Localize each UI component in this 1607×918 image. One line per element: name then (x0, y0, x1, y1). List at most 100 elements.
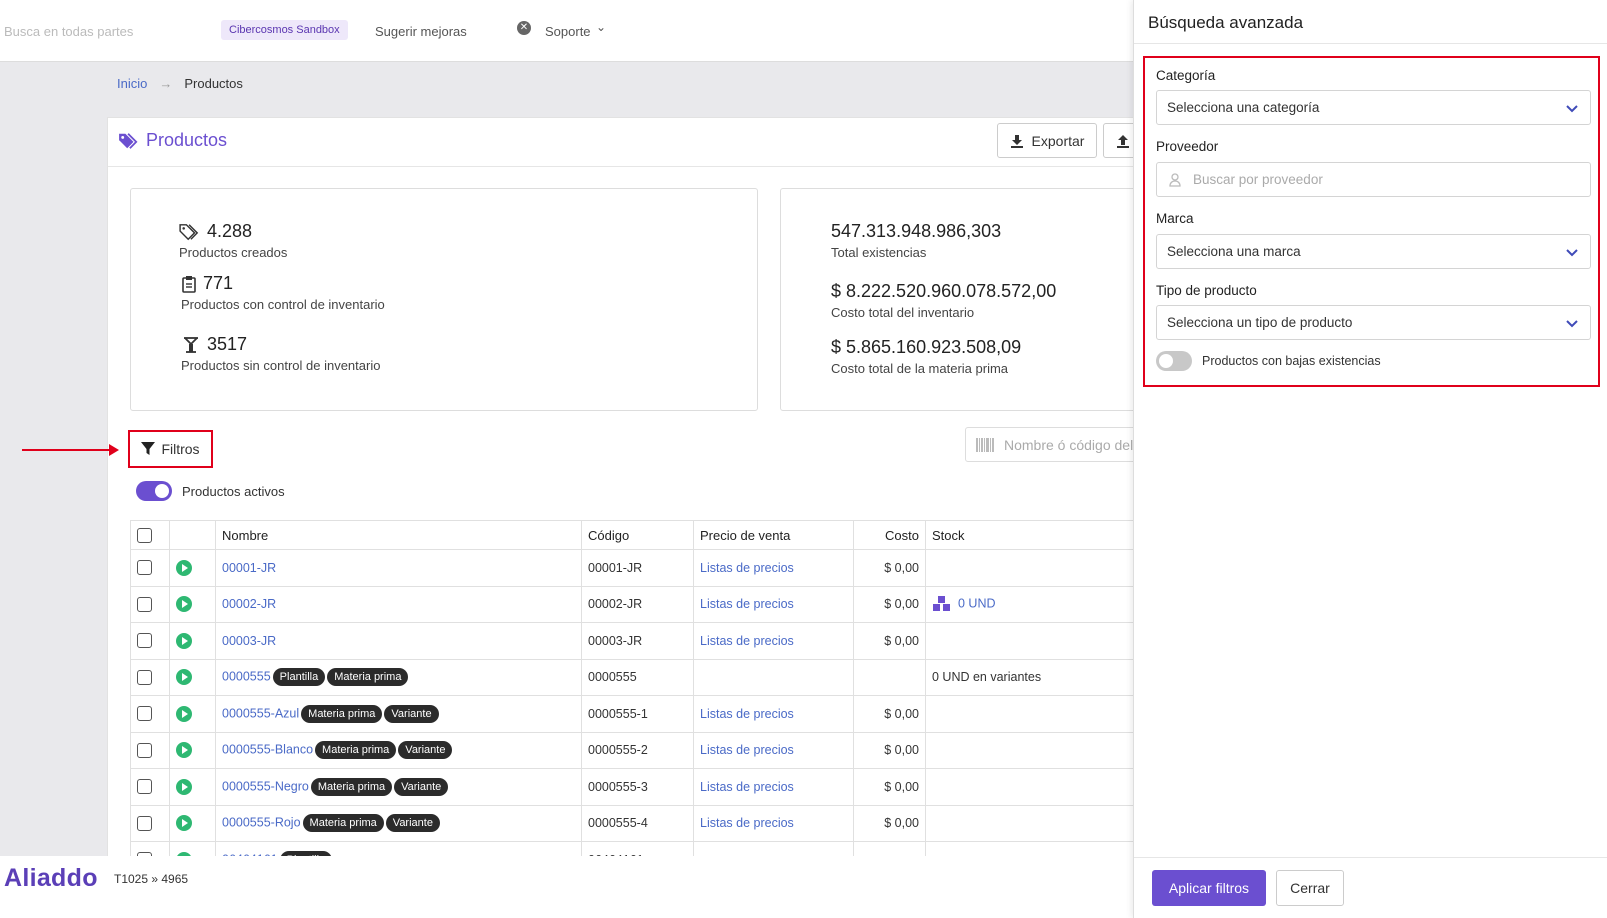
column-header-name[interactable]: Nombre (215, 520, 582, 550)
close-button[interactable]: Cerrar (1276, 870, 1344, 906)
row-checkbox[interactable] (137, 560, 152, 576)
product-name-link[interactable]: 0000555-Negro (222, 779, 309, 793)
products-panel: Productos Exportar 4.288 Productos cread… (107, 117, 1155, 879)
supplier-search-input[interactable]: Buscar por proveedor (1156, 162, 1591, 197)
column-header-price[interactable]: Precio de venta (693, 520, 854, 550)
product-type-select-value: Selecciona un tipo de producto (1167, 315, 1353, 330)
annotation-arrow-right (22, 444, 119, 456)
brand-select[interactable]: Selecciona una marca (1156, 234, 1591, 269)
price-lists-link[interactable]: Listas de precios (700, 743, 794, 757)
table-row[interactable]: 0000555-Rojo Materia prima Variante 000055… (130, 804, 1141, 842)
stat-raw-cost-value: $ 5.865.160.923.508,09 (831, 337, 1022, 357)
price-lists-link[interactable]: Listas de precios (700, 816, 794, 830)
column-header-cost[interactable]: Costo (853, 520, 926, 550)
row-checkbox[interactable] (137, 669, 152, 685)
table-row[interactable]: 00003-JR 00003-JR Listas de precios $ 0,… (130, 622, 1141, 660)
stat-total-stock: 547.313.948.986,303 Total existencias (831, 221, 1001, 260)
product-cost-cell: $ 0,00 (853, 585, 926, 623)
product-code-cell: 0000555 (581, 658, 694, 696)
product-tag-badge: Materia prima (310, 777, 393, 796)
stat-raw-cost: $ 5.865.160.923.508,09 Costo total de la… (831, 337, 1021, 376)
product-tag-badge: Variante (384, 704, 439, 723)
column-header-stock[interactable]: Stock (925, 520, 1141, 550)
row-select-cell (130, 768, 170, 806)
product-type-select[interactable]: Selecciona un tipo de producto (1156, 305, 1591, 340)
row-status-cell (169, 695, 216, 733)
tags-icon (179, 223, 199, 240)
active-status-icon[interactable] (176, 705, 192, 722)
export-label: Exportar (1031, 132, 1085, 149)
price-lists-link[interactable]: Listas de precios (700, 780, 794, 794)
active-status-icon[interactable] (176, 669, 192, 686)
active-status-icon[interactable] (176, 596, 192, 613)
divider (108, 166, 1134, 167)
product-tag-badge: Materia prima (315, 741, 397, 760)
row-checkbox[interactable] (137, 596, 152, 612)
breadcrumb-home[interactable]: Inicio (117, 76, 147, 91)
active-status-icon[interactable] (176, 559, 192, 576)
product-name-cell: 0000555 Plantilla Materia prima (215, 658, 582, 696)
table-row[interactable]: 00002-JR 00002-JR Listas de precios $ 0,… (130, 585, 1141, 623)
filters-button[interactable]: Filtros (128, 430, 213, 468)
stat-inventory-cost-label: Costo total del inventario (831, 305, 975, 320)
breadcrumb-separator: → (159, 76, 173, 91)
stock-value: 0 UND en variantes (932, 670, 1042, 685)
select-all-cell (130, 520, 170, 550)
support-menu[interactable]: Soporte (545, 24, 591, 39)
filter-icon (141, 442, 156, 455)
product-tag-badge: Variante (394, 777, 449, 796)
active-products-toggle[interactable] (136, 481, 172, 501)
row-checkbox[interactable] (137, 815, 152, 831)
table-row[interactable]: 0000555-Azul Materia prima Variante 000055… (130, 695, 1141, 733)
chevron-down-icon (1566, 320, 1578, 328)
low-stock-toggle[interactable] (1156, 351, 1192, 371)
category-select[interactable]: Selecciona una categoría (1156, 90, 1591, 125)
product-name-link[interactable]: 00002-JR (222, 597, 276, 611)
price-lists-link[interactable]: Listas de precios (700, 634, 794, 648)
product-name-link[interactable]: 0000555-Rojo (222, 816, 301, 830)
active-status-icon[interactable] (176, 778, 192, 795)
table-row[interactable]: 0000555-Negro Materia prima Variante 00005… (130, 768, 1141, 806)
stat-inventory: 771 Productos con control de inventario (181, 273, 385, 312)
row-checkbox[interactable] (137, 742, 152, 758)
price-lists-link[interactable]: Listas de precios (700, 561, 794, 575)
row-checkbox[interactable] (137, 779, 152, 795)
select-all-checkbox[interactable] (137, 528, 152, 544)
export-button[interactable]: Exportar (997, 123, 1097, 158)
product-code-search-input[interactable]: Nombre ó código del (965, 427, 1155, 462)
table-row[interactable]: 0000555-Blanco Materia prima Variante 0000… (130, 731, 1141, 769)
price-lists-link[interactable]: Listas de precios (700, 707, 794, 721)
row-checkbox[interactable] (137, 633, 152, 649)
environment-badge[interactable]: Cibercosmos Sandbox (221, 20, 348, 40)
support-icon: ✕ (517, 21, 531, 35)
page-title: Productos (118, 130, 227, 151)
active-status-icon[interactable] (176, 632, 192, 649)
suggest-improvements-link[interactable]: Sugerir mejoras (375, 24, 467, 39)
product-name-link[interactable]: 0000555-Azul (222, 706, 299, 720)
product-name-link[interactable]: 00003-JR (222, 634, 276, 648)
product-price-cell: Listas de precios (693, 622, 854, 660)
product-tag-badge: Variante (398, 741, 453, 760)
filters-label: Filtros (161, 441, 200, 457)
active-status-icon[interactable] (176, 742, 192, 759)
chevron-down-icon (1566, 105, 1578, 113)
product-stock-cell (925, 804, 1141, 842)
row-status-cell (169, 768, 216, 806)
table-row[interactable]: 00001-JR 00001-JR Listas de precios $ 0,… (130, 549, 1141, 587)
row-checkbox[interactable] (137, 706, 152, 722)
apply-filters-button[interactable]: Aplicar filtros (1152, 870, 1266, 906)
product-name-link[interactable]: 0000555-Blanco (222, 743, 313, 757)
row-select-cell (130, 622, 170, 660)
row-select-cell (130, 549, 170, 587)
stock-value[interactable]: 0 UND (958, 597, 996, 611)
chevron-down-icon[interactable]: ⌄ (596, 20, 606, 34)
table-row[interactable]: 0000555 Plantilla Materia prima 0000555 0 … (130, 658, 1141, 696)
product-name-link[interactable]: 00001-JR (222, 561, 276, 575)
price-lists-link[interactable]: Listas de precios (700, 597, 794, 611)
global-search-input[interactable]: Busca en todas partes (4, 24, 133, 39)
product-cost-cell (853, 658, 926, 696)
bottom-bar: Aliaddo T1025 » 4965 (0, 856, 1135, 918)
active-status-icon[interactable] (176, 815, 192, 832)
column-header-code[interactable]: Código (581, 520, 694, 550)
product-name-link[interactable]: 0000555 (222, 670, 271, 684)
